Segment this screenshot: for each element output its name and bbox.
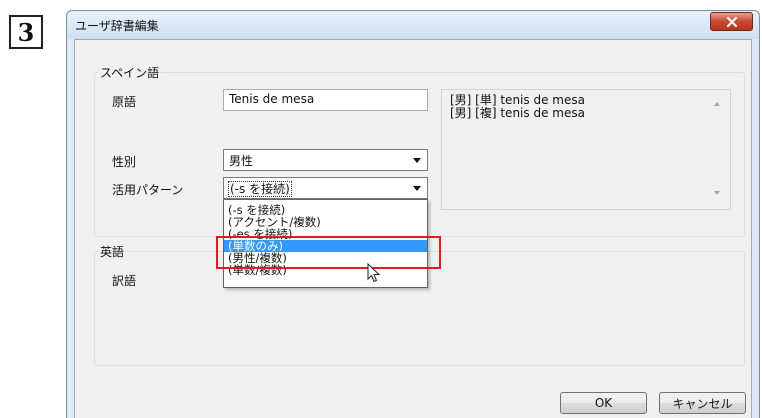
translation-label: 訳語 [112,274,137,288]
scroll-up-icon[interactable] [714,102,720,106]
step-number-badge: 3 [9,15,43,49]
english-group-title: 英語 [98,243,127,260]
mouse-pointer-icon [367,263,381,283]
title-bar: ユーザ辞書編集 [67,11,759,39]
ok-button[interactable]: OK [560,392,647,414]
gender-value: 男性 [229,154,254,168]
source-word-label: 原語 [112,95,137,109]
source-word-field[interactable]: Tenis de mesa [223,89,428,111]
entry-preview-box: [男] [単] tenis de mesa [男] [複] tenis de m… [441,89,731,210]
dialog-title: ユーザ辞書編集 [75,19,159,33]
source-word-value: Tenis de mesa [229,92,315,106]
dialog-body: スペイン語 原語 Tenis de mesa 性別 男性 活用パターン (-s … [74,39,752,418]
pattern-label: 活用パターン [112,183,184,197]
preview-line: [男] [複] tenis de mesa [450,106,585,120]
gender-select[interactable]: 男性 [223,149,428,171]
gender-label: 性別 [112,155,137,169]
cancel-button[interactable]: キャンセル [659,392,746,414]
user-dictionary-dialog: ユーザ辞書編集 スペイン語 原語 Tenis de mesa 性別 男性 活用パ… [66,10,760,418]
pattern-value: (-s を接続) [228,181,292,197]
spanish-group-title: スペイン語 [98,64,162,81]
close-x-icon [726,16,737,27]
pattern-select[interactable]: (-s を接続) [223,177,428,199]
highlight-frame [216,236,441,269]
close-button[interactable] [710,12,753,31]
chevron-down-icon [413,158,421,163]
scroll-down-icon[interactable] [714,191,720,195]
chevron-down-icon [413,186,421,191]
